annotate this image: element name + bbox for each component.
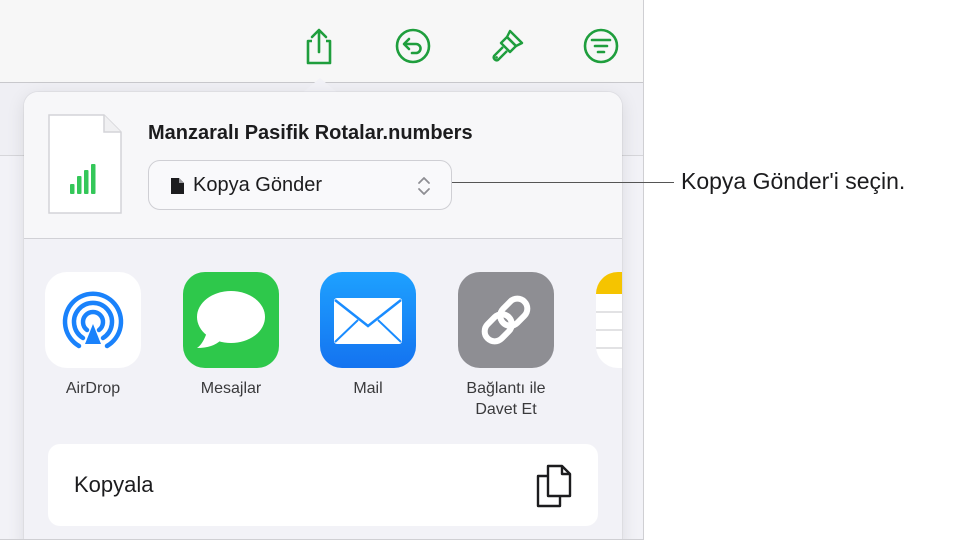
messages-icon <box>183 272 279 368</box>
share-target-label: Mail <box>353 380 383 397</box>
format-brush-icon <box>492 29 524 62</box>
undo-button[interactable] <box>392 25 434 67</box>
share-target-label-line-1: Bağlantı ile <box>466 380 546 397</box>
send-copy-selector[interactable]: Kopya Gönder <box>148 160 452 210</box>
share-icon <box>306 28 332 65</box>
copy-action[interactable]: Kopyala <box>48 444 598 526</box>
organize-button[interactable] <box>580 25 622 67</box>
document-title: Manzaralı Pasifik Rotalar.numbers <box>148 122 473 144</box>
send-copy-label: Kopya Gönder <box>193 174 322 196</box>
document-icon <box>171 178 184 194</box>
share-target-label: Mesajlar <box>200 380 262 397</box>
format-button[interactable] <box>486 25 528 67</box>
toolbar <box>0 0 643 83</box>
document-header: Manzaralı Pasifik Rotalar.numbers Kopya … <box>24 92 622 239</box>
share-target-label: AirDrop <box>65 380 121 397</box>
notes-icon <box>596 272 622 368</box>
copy-icon <box>534 464 574 508</box>
airdrop-icon <box>45 272 141 368</box>
share-targets: AirDrop Mesajlar Mail Bağlantı ile Davet… <box>24 272 622 432</box>
chevron-up-down-icon <box>417 176 431 196</box>
share-target-label: N <box>575 378 622 399</box>
callout-text: Kopya Gönder'i seçin. <box>681 168 906 194</box>
share-button[interactable] <box>298 25 340 67</box>
link-icon <box>458 272 554 368</box>
app-window: Manzaralı Pasifik Rotalar.numbers Kopya … <box>0 0 644 540</box>
copy-label: Kopyala <box>74 472 154 497</box>
share-target-label-line-2: Davet Et <box>475 401 537 418</box>
undo-icon <box>395 28 431 64</box>
organize-menu-icon <box>583 28 619 64</box>
document-thumbnail <box>48 114 122 214</box>
mail-icon <box>320 272 416 368</box>
numbers-document-icon <box>48 114 122 214</box>
callout-line <box>452 182 674 183</box>
popover-arrow <box>302 78 338 93</box>
share-sheet: Manzaralı Pasifik Rotalar.numbers Kopya … <box>24 92 622 539</box>
